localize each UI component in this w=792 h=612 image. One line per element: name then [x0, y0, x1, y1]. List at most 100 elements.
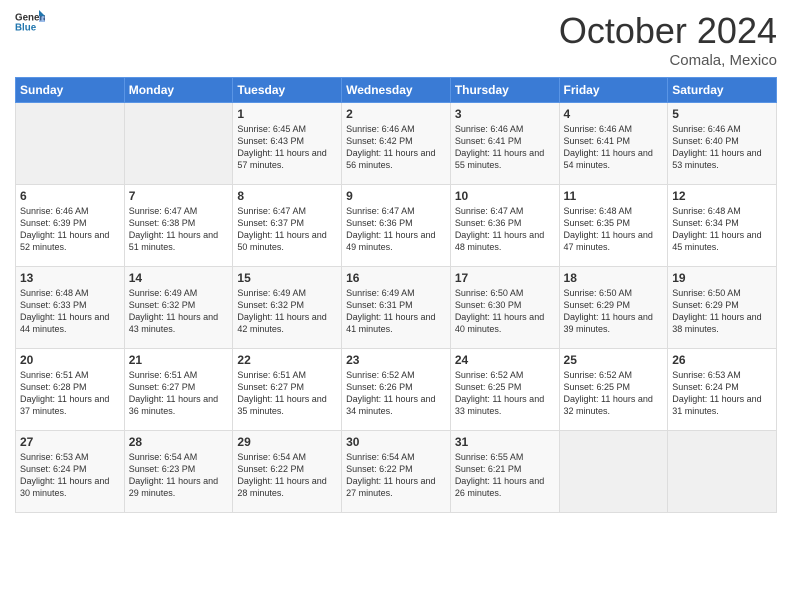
calendar-cell — [16, 103, 125, 185]
weekday-header-monday: Monday — [124, 78, 233, 103]
day-number: 4 — [564, 107, 664, 121]
calendar-cell: 25 Sunrise: 6:52 AMSunset: 6:25 PMDayligh… — [559, 349, 668, 431]
day-number: 18 — [564, 271, 664, 285]
calendar-cell: 26 Sunrise: 6:53 AMSunset: 6:24 PMDayligh… — [668, 349, 777, 431]
calendar-week-2: 6 Sunrise: 6:46 AMSunset: 6:39 PMDaylight… — [16, 185, 777, 267]
calendar-cell: 15Sunrise: 6:49 AMSunset: 6:32 PMDayligh… — [233, 267, 342, 349]
day-info: Sunrise: 6:49 AMSunset: 6:32 PMDaylight:… — [129, 287, 229, 336]
day-number: 14 — [129, 271, 229, 285]
day-number: 12 — [672, 189, 772, 203]
weekday-header-thursday: Thursday — [450, 78, 559, 103]
day-number: 22 — [237, 353, 337, 367]
calendar-cell: 2 Sunrise: 6:46 AMSunset: 6:42 PMDaylight… — [342, 103, 451, 185]
day-number: 8 — [237, 189, 337, 203]
calendar-cell: 18 Sunrise: 6:50 AMSunset: 6:29 PMDayligh… — [559, 267, 668, 349]
day-number: 1 — [237, 107, 337, 121]
calendar-week-5: 27Sunrise: 6:53 AMSunset: 6:24 PMDayligh… — [16, 431, 777, 513]
location-subtitle: Comala, Mexico — [559, 52, 777, 69]
day-info: Sunrise: 6:46 AMSunset: 6:40 PMDaylight:… — [672, 123, 772, 172]
calendar-cell: 17 Sunrise: 6:50 AMSunset: 6:30 PMDayligh… — [450, 267, 559, 349]
day-number: 11 — [564, 189, 664, 203]
day-info: Sunrise: 6:48 AMSunset: 6:33 PMDaylight:… — [20, 287, 120, 336]
day-number: 3 — [455, 107, 555, 121]
calendar-cell — [559, 431, 668, 513]
calendar-cell: 30Sunrise: 6:54 AMSunset: 6:22 PMDayligh… — [342, 431, 451, 513]
day-number: 16 — [346, 271, 446, 285]
day-number: 24 — [455, 353, 555, 367]
day-number: 2 — [346, 107, 446, 121]
calendar-cell: 23 Sunrise: 6:52 AMSunset: 6:26 PMDayligh… — [342, 349, 451, 431]
day-info: Sunrise: 6:49 AMSunset: 6:32 PMDaylight:… — [237, 287, 337, 336]
calendar-cell: 20 Sunrise: 6:51 AMSunset: 6:28 PMDayligh… — [16, 349, 125, 431]
day-info: Sunrise: 6:50 AMSunset: 6:29 PMDaylight:… — [564, 287, 664, 336]
day-number: 20 — [20, 353, 120, 367]
day-number: 29 — [237, 435, 337, 449]
day-info: Sunrise: 6:52 AMSunset: 6:26 PMDaylight:… — [346, 369, 446, 418]
calendar-cell: 29Sunrise: 6:54 AMSunset: 6:22 PMDayligh… — [233, 431, 342, 513]
day-info: Sunrise: 6:55 AMSunset: 6:21 PMDaylight:… — [455, 451, 555, 500]
weekday-row: SundayMondayTuesdayWednesdayThursdayFrid… — [16, 78, 777, 103]
svg-text:Blue: Blue — [15, 22, 37, 33]
calendar-cell: 12 Sunrise: 6:48 AMSunset: 6:34 PMDayligh… — [668, 185, 777, 267]
day-number: 26 — [672, 353, 772, 367]
calendar-cell: 24Sunrise: 6:52 AMSunset: 6:25 PMDayligh… — [450, 349, 559, 431]
day-info: Sunrise: 6:47 AMSunset: 6:37 PMDaylight:… — [237, 205, 337, 254]
day-info: Sunrise: 6:47 AMSunset: 6:38 PMDaylight:… — [129, 205, 229, 254]
day-info: Sunrise: 6:46 AMSunset: 6:41 PMDaylight:… — [455, 123, 555, 172]
day-info: Sunrise: 6:54 AMSunset: 6:22 PMDaylight:… — [346, 451, 446, 500]
day-number: 23 — [346, 353, 446, 367]
calendar-cell: 14 Sunrise: 6:49 AMSunset: 6:32 PMDayligh… — [124, 267, 233, 349]
calendar-cell: 3 Sunrise: 6:46 AMSunset: 6:41 PMDaylight… — [450, 103, 559, 185]
calendar-cell — [124, 103, 233, 185]
day-number: 25 — [564, 353, 664, 367]
calendar-cell: 11Sunrise: 6:48 AMSunset: 6:35 PMDayligh… — [559, 185, 668, 267]
day-number: 31 — [455, 435, 555, 449]
day-info: Sunrise: 6:53 AMSunset: 6:24 PMDaylight:… — [672, 369, 772, 418]
calendar-cell: 16 Sunrise: 6:49 AMSunset: 6:31 PMDayligh… — [342, 267, 451, 349]
calendar-cell: 13 Sunrise: 6:48 AMSunset: 6:33 PMDayligh… — [16, 267, 125, 349]
calendar-table: SundayMondayTuesdayWednesdayThursdayFrid… — [15, 77, 777, 513]
day-number: 10 — [455, 189, 555, 203]
calendar-cell: 1 Sunrise: 6:45 AMSunset: 6:43 PMDaylight… — [233, 103, 342, 185]
day-number: 13 — [20, 271, 120, 285]
day-number: 17 — [455, 271, 555, 285]
day-info: Sunrise: 6:46 AMSunset: 6:42 PMDaylight:… — [346, 123, 446, 172]
day-info: Sunrise: 6:51 AMSunset: 6:28 PMDaylight:… — [20, 369, 120, 418]
day-info: Sunrise: 6:46 AMSunset: 6:39 PMDaylight:… — [20, 205, 120, 254]
day-info: Sunrise: 6:47 AMSunset: 6:36 PMDaylight:… — [455, 205, 555, 254]
calendar-cell: 6 Sunrise: 6:46 AMSunset: 6:39 PMDaylight… — [16, 185, 125, 267]
day-info: Sunrise: 6:53 AMSunset: 6:24 PMDaylight:… — [20, 451, 120, 500]
calendar-cell: 22 Sunrise: 6:51 AMSunset: 6:27 PMDayligh… — [233, 349, 342, 431]
calendar-cell: 4 Sunrise: 6:46 AMSunset: 6:41 PMDaylight… — [559, 103, 668, 185]
day-info: Sunrise: 6:49 AMSunset: 6:31 PMDaylight:… — [346, 287, 446, 336]
calendar-cell: 27Sunrise: 6:53 AMSunset: 6:24 PMDayligh… — [16, 431, 125, 513]
logo-icon: General Blue — [15, 10, 45, 34]
calendar-body: 1 Sunrise: 6:45 AMSunset: 6:43 PMDaylight… — [16, 103, 777, 513]
day-number: 21 — [129, 353, 229, 367]
day-number: 28 — [129, 435, 229, 449]
day-number: 9 — [346, 189, 446, 203]
day-info: Sunrise: 6:45 AMSunset: 6:43 PMDaylight:… — [237, 123, 337, 172]
weekday-header-wednesday: Wednesday — [342, 78, 451, 103]
day-info: Sunrise: 6:46 AMSunset: 6:41 PMDaylight:… — [564, 123, 664, 172]
calendar-week-4: 20 Sunrise: 6:51 AMSunset: 6:28 PMDayligh… — [16, 349, 777, 431]
calendar-cell: 31 Sunrise: 6:55 AMSunset: 6:21 PMDayligh… — [450, 431, 559, 513]
weekday-header-sunday: Sunday — [16, 78, 125, 103]
day-number: 5 — [672, 107, 772, 121]
day-info: Sunrise: 6:48 AMSunset: 6:34 PMDaylight:… — [672, 205, 772, 254]
day-info: Sunrise: 6:50 AMSunset: 6:30 PMDaylight:… — [455, 287, 555, 336]
calendar-week-1: 1 Sunrise: 6:45 AMSunset: 6:43 PMDaylight… — [16, 103, 777, 185]
calendar-cell: 21 Sunrise: 6:51 AMSunset: 6:27 PMDayligh… — [124, 349, 233, 431]
day-info: Sunrise: 6:50 AMSunset: 6:29 PMDaylight:… — [672, 287, 772, 336]
calendar-week-3: 13 Sunrise: 6:48 AMSunset: 6:33 PMDayligh… — [16, 267, 777, 349]
day-info: Sunrise: 6:51 AMSunset: 6:27 PMDaylight:… — [129, 369, 229, 418]
day-info: Sunrise: 6:51 AMSunset: 6:27 PMDaylight:… — [237, 369, 337, 418]
day-number: 6 — [20, 189, 120, 203]
day-info: Sunrise: 6:52 AMSunset: 6:25 PMDaylight:… — [564, 369, 664, 418]
weekday-header-saturday: Saturday — [668, 78, 777, 103]
calendar-cell: 8 Sunrise: 6:47 AMSunset: 6:37 PMDaylight… — [233, 185, 342, 267]
calendar-cell: 7Sunrise: 6:47 AMSunset: 6:38 PMDaylight… — [124, 185, 233, 267]
calendar-cell: 28Sunrise: 6:54 AMSunset: 6:23 PMDayligh… — [124, 431, 233, 513]
page-header: General Blue October 2024 Comala, Mexico — [15, 10, 777, 69]
calendar-header: SundayMondayTuesdayWednesdayThursdayFrid… — [16, 78, 777, 103]
